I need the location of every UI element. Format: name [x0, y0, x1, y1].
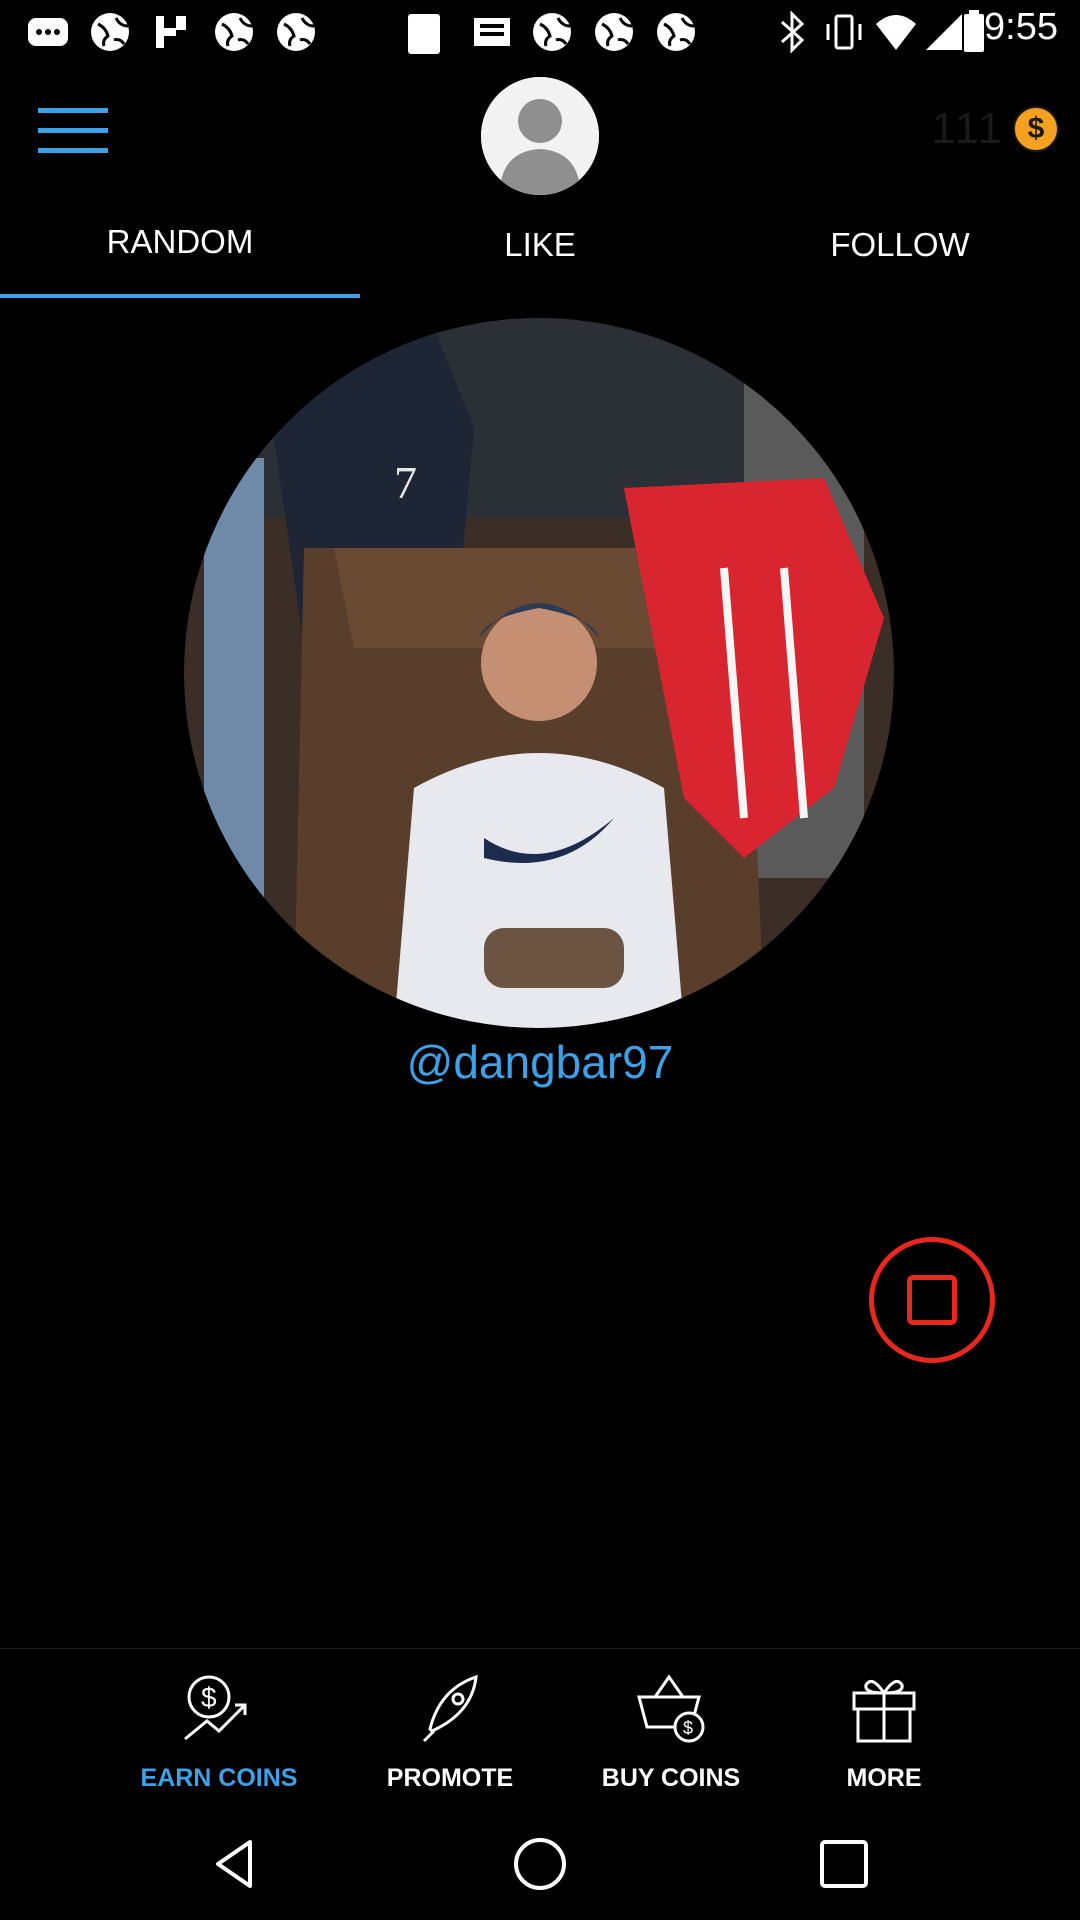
svg-text:$: $ [683, 1718, 693, 1738]
system-nav-bar [0, 1808, 1080, 1920]
battery-icon [964, 10, 984, 52]
profile-photo-image: 7 [184, 318, 894, 1028]
globe-icon [91, 13, 129, 51]
user-avatar-icon [481, 77, 599, 195]
nav-label: EARN COINS [140, 1764, 298, 1792]
coin-count: 111 [931, 104, 1004, 153]
globe-icon [215, 13, 253, 51]
cell-signal-icon [926, 14, 962, 50]
coin-icon[interactable]: $ [1013, 106, 1059, 152]
wifi-icon [876, 15, 916, 50]
back-icon[interactable] [206, 1834, 266, 1894]
basket-coin-icon: $ [637, 1674, 705, 1743]
svg-text:$: $ [201, 1682, 217, 1713]
username[interactable]: @dangbar97 [0, 1035, 1080, 1089]
stop-icon [907, 1275, 957, 1325]
status-time: 9:55 [984, 6, 1058, 48]
gift-icon [852, 1679, 916, 1743]
status-bar: 9:55 [0, 0, 1080, 62]
tab-follow[interactable]: FOLLOW [720, 215, 1080, 302]
earn-coins-icon: $ [184, 1675, 247, 1741]
avatar[interactable] [481, 77, 599, 195]
nav-buy-coins[interactable]: $ BUY COINS [561, 1649, 781, 1809]
tab-label: FOLLOW [830, 226, 970, 263]
sim-card-icon [408, 14, 440, 54]
profile-photo[interactable]: 7 [184, 318, 894, 1028]
globe-icon [595, 13, 633, 51]
tab-indicator [0, 294, 360, 298]
home-icon[interactable] [510, 1834, 570, 1894]
nav-label: PROMOTE [386, 1764, 514, 1792]
globe-icon [533, 13, 571, 51]
rocket-icon [422, 1674, 478, 1743]
bluetooth-icon [780, 10, 805, 54]
tab-bar: RANDOM LIKE FOLLOW [0, 215, 1080, 299]
fan-icon [156, 16, 186, 48]
svg-text:7: 7 [394, 457, 417, 508]
nav-label: BUY COINS [601, 1764, 741, 1792]
vibrate-icon [826, 14, 862, 50]
nav-promote[interactable]: PROMOTE [340, 1649, 560, 1809]
globe-icon [277, 13, 315, 51]
menu-button[interactable] [38, 108, 108, 164]
tab-random[interactable]: RANDOM [0, 215, 360, 299]
recents-icon[interactable] [814, 1834, 874, 1894]
nav-more[interactable]: MORE [774, 1649, 994, 1809]
nav-earn-coins[interactable]: $ EARN COINS [109, 1649, 329, 1809]
messages-icon [28, 18, 68, 46]
inbox-icon [474, 18, 510, 46]
hamburger-menu-icon [38, 108, 108, 153]
tab-label: LIKE [504, 226, 576, 263]
tab-label: RANDOM [106, 223, 254, 260]
bottom-nav: $ EARN COINS PROMOTE $ BUY COINS MORE [0, 1648, 1080, 1809]
nav-label: MORE [846, 1764, 922, 1792]
tab-like[interactable]: LIKE [360, 215, 720, 302]
stop-button[interactable] [869, 1237, 995, 1363]
globe-icon [657, 13, 695, 51]
